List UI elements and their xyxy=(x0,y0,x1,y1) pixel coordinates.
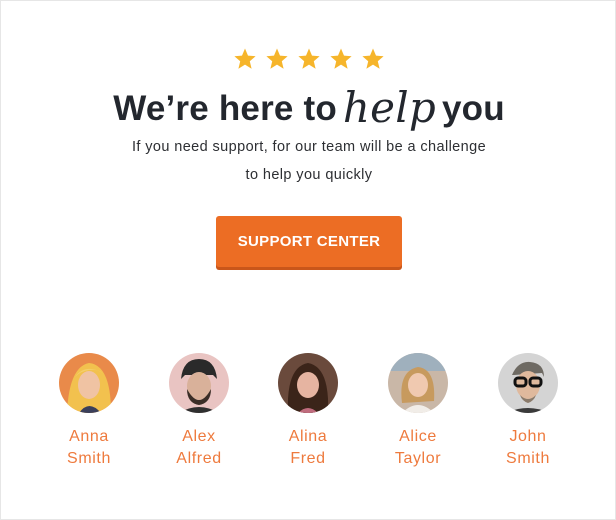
member-last-name: Fred xyxy=(290,450,326,467)
subtitle-line-2: to help you quickly xyxy=(245,167,373,183)
support-center-button[interactable]: SUPPORT CENTER xyxy=(216,216,402,267)
headline-script-word: help xyxy=(342,83,436,132)
member-first-name: Alice xyxy=(399,428,437,445)
member-first-name: Alina xyxy=(288,428,328,445)
headline-after: you xyxy=(441,89,505,128)
avatar xyxy=(169,353,229,413)
star-icon xyxy=(266,48,288,69)
subtitle-line-1: If you need support, for our team will b… xyxy=(131,139,487,155)
member-last-name: Smith xyxy=(506,450,550,467)
team-member-alex[interactable]: Alex Alfred xyxy=(144,353,254,470)
member-first-name: Alex xyxy=(182,428,216,445)
team-member-alina[interactable]: Alina Fred xyxy=(253,353,363,470)
member-last-name: Smith xyxy=(67,450,111,467)
headline-before: We’re here to xyxy=(113,89,337,128)
team-member-alice[interactable]: Alice Taylor xyxy=(363,353,473,470)
star-icon xyxy=(298,48,320,69)
star-icon xyxy=(330,48,352,69)
avatar xyxy=(498,353,558,413)
member-last-name: Alfred xyxy=(176,450,222,467)
avatar xyxy=(59,353,119,413)
team-member-anna[interactable]: Anna Smith xyxy=(34,353,144,470)
member-first-name: John xyxy=(509,428,547,445)
headline: We’re here to help you xyxy=(1,81,616,132)
team-member-john[interactable]: John Smith xyxy=(473,353,583,470)
rating-stars xyxy=(1,47,616,71)
avatar xyxy=(278,353,338,413)
member-last-name: Taylor xyxy=(394,450,442,467)
star-icon xyxy=(362,48,384,69)
star-icon xyxy=(234,48,256,69)
avatar xyxy=(388,353,448,413)
member-first-name: Anna xyxy=(69,428,109,445)
support-card: We’re here to help you If you need support… xyxy=(0,0,616,520)
